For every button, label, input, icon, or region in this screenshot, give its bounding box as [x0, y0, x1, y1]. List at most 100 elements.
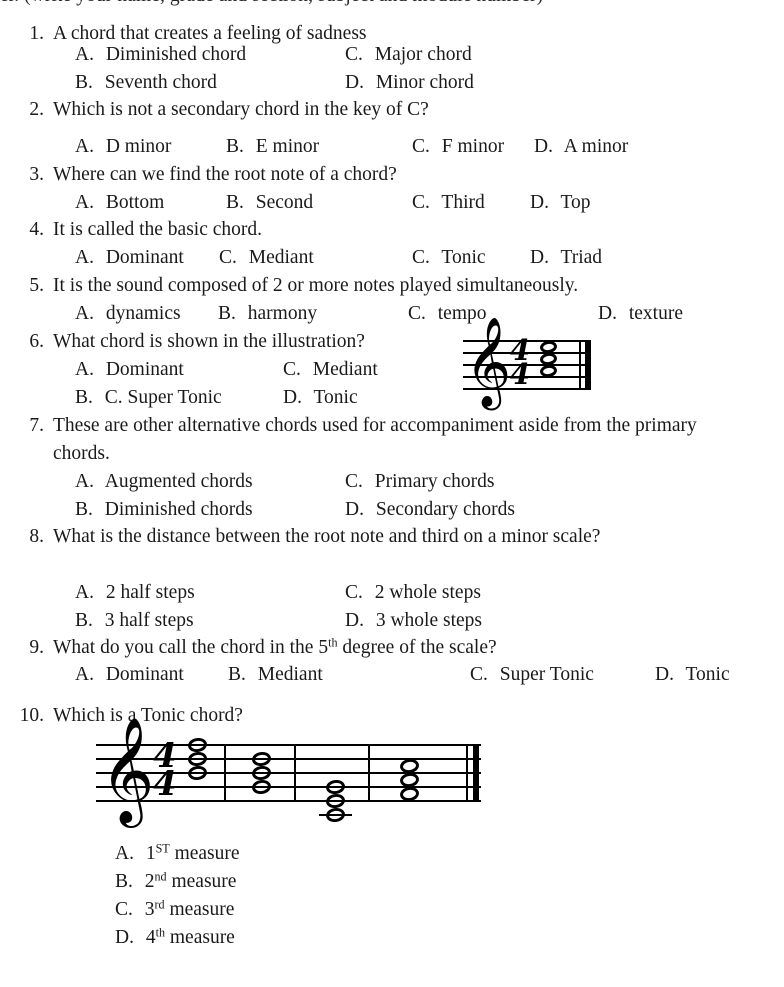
question-6-text: What chord is shown in the illustration? — [53, 331, 365, 352]
option-8-d[interactable]: D. 3 whole steps — [345, 607, 482, 635]
whole-notehead — [187, 750, 208, 768]
option-5-b[interactable]: B. harmony — [218, 300, 317, 328]
ledger-line — [319, 814, 352, 816]
final-barline-thin — [466, 744, 468, 801]
whole-notehead — [187, 764, 208, 782]
question-6-number: 6. — [29, 331, 44, 352]
option-9-a[interactable]: A. Dominant — [75, 661, 184, 689]
option-7-c[interactable]: C. Primary chords — [345, 468, 494, 496]
question-2-text: Which is not a secondary chord in the ke… — [53, 99, 429, 120]
option-7-b[interactable]: B. Diminished chords — [75, 496, 253, 524]
barline-3 — [368, 744, 370, 801]
question-10-options: A. 1ST measure B. 2nd measure C. 3rd mea… — [0, 840, 784, 952]
question-2-options: A. D minor B. E minor C. F minor D. A mi… — [0, 133, 784, 161]
option-6-d[interactable]: D. Tonic — [283, 384, 358, 412]
option-8-a[interactable]: A. 2 half steps — [75, 579, 195, 607]
option-1-a[interactable]: A. Diminished chord — [75, 41, 246, 69]
worksheet-page: swer. (write your name, grade and sectio… — [0, 0, 784, 987]
option-6-c[interactable]: C. Mediant — [283, 356, 378, 384]
option-1-b[interactable]: B. Seventh chord — [75, 69, 217, 97]
whole-notehead — [187, 736, 208, 754]
option-2-c[interactable]: C. F minor — [412, 133, 504, 161]
option-7-a[interactable]: A. Augmented chords — [75, 468, 253, 496]
option-2-d[interactable]: D. A minor — [534, 133, 628, 161]
question-7: 7. These are other alternative chords us… — [0, 412, 784, 467]
clipped-header-line: swer. (write your name, grade and sectio… — [0, 0, 784, 10]
barline-2 — [294, 744, 296, 801]
option-3-b[interactable]: B. Second — [226, 189, 313, 217]
option-5-d[interactable]: D. texture — [598, 300, 683, 328]
whole-notehead — [325, 778, 346, 796]
option-6-a[interactable]: A. Dominant — [75, 356, 184, 384]
question-3-text: Where can we find the root note of a cho… — [53, 164, 397, 185]
option-2-a[interactable]: A. D minor — [75, 133, 171, 161]
question-2-number: 2. — [29, 99, 44, 120]
question-3-options: A. Bottom B. Second C. Third D. Top — [0, 189, 784, 217]
final-barline-thick — [473, 744, 479, 801]
question-9-text-part2: degree of the scale? — [337, 637, 497, 658]
option-9-b[interactable]: B. Mediant — [228, 661, 323, 689]
option-4-a[interactable]: A. Dominant — [75, 244, 184, 272]
option-10-a[interactable]: A. 1ST measure — [115, 840, 240, 868]
final-barline-thick — [585, 340, 591, 390]
option-9-c[interactable]: C. Super Tonic — [470, 661, 594, 689]
option-10-c[interactable]: C. 3rd measure — [115, 896, 234, 924]
barline-1 — [224, 744, 226, 801]
question-4-options: A. Dominant C. Mediant C. Tonic D. Triad — [0, 244, 784, 272]
question-5-options: A. dynamics B. harmony C. tempo D. textu… — [0, 300, 784, 328]
question-6-options: A. Dominant C. Mediant B. C. Super Tonic… — [0, 356, 784, 411]
question-6: 6. What chord is shown in the illustrati… — [0, 328, 784, 356]
question-1-options: A. Diminished chord C. Major chord B. Se… — [0, 41, 784, 96]
question-7-text: These are other alternative chords used … — [53, 415, 697, 464]
q6-music-staff-illustration: 𝄞 4 4 — [463, 323, 595, 404]
whole-notehead — [251, 778, 272, 796]
question-4-number: 4. — [29, 219, 44, 240]
option-4-c1[interactable]: C. Mediant — [219, 244, 314, 272]
option-9-d[interactable]: D. Tonic — [655, 661, 730, 689]
question-9-text: What do you call the chord in the 5th de… — [53, 634, 760, 662]
question-3: 3. Where can we find the root note of a … — [0, 161, 784, 189]
time-signature-4-4: 4 4 — [153, 736, 177, 804]
whole-notehead — [251, 764, 272, 782]
question-8-options: A. 2 half steps C. 2 whole steps B. 3 ha… — [0, 579, 784, 634]
whole-notehead — [251, 750, 272, 768]
question-8-text: What is the distance between the root no… — [53, 526, 601, 547]
question-5: 5. It is the sound composed of 2 or more… — [0, 272, 784, 300]
question-7-number: 7. — [29, 415, 44, 436]
question-4-text: It is called the basic chord. — [53, 219, 263, 240]
question-8-number: 8. — [29, 526, 44, 547]
option-6-b[interactable]: B. C. Super Tonic — [75, 384, 222, 412]
treble-clef-icon: 𝄞 — [100, 716, 155, 823]
option-8-b[interactable]: B. 3 half steps — [75, 607, 194, 635]
option-1-c[interactable]: C. Major chord — [345, 41, 472, 69]
question-9-options: A. Dominant B. Mediant C. Super Tonic D.… — [0, 661, 784, 689]
option-10-d[interactable]: D. 4th measure — [115, 924, 235, 952]
question-9-ordinal-suffix: th — [328, 635, 338, 650]
option-10-b[interactable]: B. 2nd measure — [115, 868, 236, 896]
time-signature-4-4: 4 4 — [509, 333, 531, 391]
treble-clef-icon: 𝄞 — [465, 317, 512, 407]
option-4-d[interactable]: D. Triad — [530, 244, 602, 272]
question-9: 9. What do you call the chord in the 5th… — [0, 634, 784, 662]
option-7-d[interactable]: D. Secondary chords — [345, 496, 515, 524]
question-3-number: 3. — [29, 164, 44, 185]
question-9-text-part1: What do you call the chord in the 5 — [53, 637, 329, 658]
option-5-a[interactable]: A. dynamics — [75, 300, 181, 328]
option-2-b[interactable]: B. E minor — [226, 133, 319, 161]
final-barline-thin — [579, 340, 581, 390]
question-7-options: A. Augmented chords C. Primary chords B.… — [0, 468, 784, 523]
question-9-number: 9. — [29, 637, 44, 658]
option-10-a-text: 1ST measure — [145, 841, 240, 864]
option-3-c[interactable]: C. Third — [412, 189, 485, 217]
option-8-c[interactable]: C. 2 whole steps — [345, 579, 481, 607]
q10-music-staff-illustration: 𝄞 4 4 — [96, 724, 486, 824]
option-10-b-text: 2nd measure — [144, 869, 237, 892]
option-1-d[interactable]: D. Minor chord — [345, 69, 474, 97]
question-4: 4. It is called the basic chord. — [0, 216, 784, 244]
option-3-a[interactable]: A. Bottom — [75, 189, 164, 217]
option-4-c2[interactable]: C. Tonic — [412, 244, 486, 272]
question-10-number: 10. — [19, 705, 44, 726]
clipped-header-text: swer. (write your name, grade and sectio… — [0, 0, 543, 7]
option-3-d[interactable]: D. Top — [530, 189, 591, 217]
question-5-text: It is the sound composed of 2 or more no… — [53, 275, 579, 296]
